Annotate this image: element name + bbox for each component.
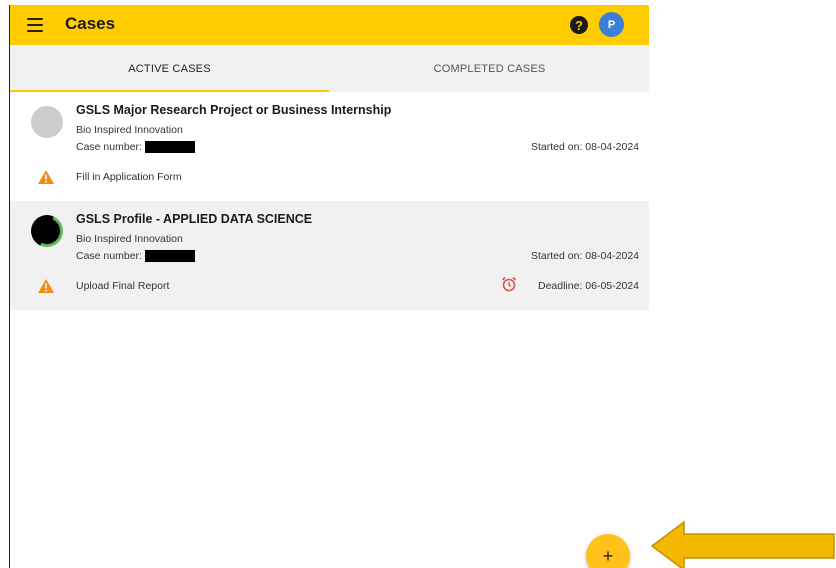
case-deadline: Deadline: 06-05-2024	[538, 280, 639, 292]
warning-icon	[38, 170, 54, 184]
case-subtitle: Bio Inspired Innovation	[76, 233, 183, 245]
case-task[interactable]: Fill in Application Form	[76, 171, 182, 183]
top-app-bar: Cases ? P	[10, 5, 649, 45]
alarm-clock-icon	[501, 276, 517, 292]
case-card[interactable]: GSLS Profile - APPLIED DATA SCIENCE Bio …	[10, 201, 649, 310]
avatar[interactable]: P	[599, 12, 624, 37]
warning-icon	[38, 279, 54, 293]
case-task[interactable]: Upload Final Report	[76, 280, 169, 292]
case-started-date: Started on: 08-04-2024	[531, 141, 639, 153]
app-window: Cases ? P ACTIVE CASES COMPLETED CASES G…	[9, 5, 649, 568]
progress-circle-icon	[31, 106, 63, 138]
add-case-button[interactable]: +	[586, 534, 630, 568]
case-started-date: Started on: 08-04-2024	[531, 250, 639, 262]
redaction-block	[144, 250, 195, 263]
redaction-block	[144, 141, 195, 154]
hamburger-icon[interactable]	[27, 18, 43, 32]
case-number-label: Case number:	[76, 141, 142, 153]
case-title: GSLS Profile - APPLIED DATA SCIENCE	[76, 212, 313, 226]
case-card[interactable]: GSLS Major Research Project or Business …	[10, 92, 649, 201]
case-subtitle: Bio Inspired Innovation	[76, 124, 183, 136]
case-number: Case number:	[76, 141, 195, 154]
case-tabs: ACTIVE CASES COMPLETED CASES	[10, 45, 649, 92]
tab-active-cases[interactable]: ACTIVE CASES	[10, 45, 329, 92]
help-icon[interactable]: ?	[570, 16, 588, 34]
case-number: Case number:	[76, 250, 195, 263]
tab-completed-cases[interactable]: COMPLETED CASES	[330, 45, 649, 92]
progress-circle-icon	[26, 210, 68, 252]
arrow-annotation-icon	[650, 520, 835, 568]
case-title: GSLS Major Research Project or Business …	[76, 103, 392, 117]
case-number-label: Case number:	[76, 250, 142, 262]
page-title: Cases	[65, 14, 116, 33]
